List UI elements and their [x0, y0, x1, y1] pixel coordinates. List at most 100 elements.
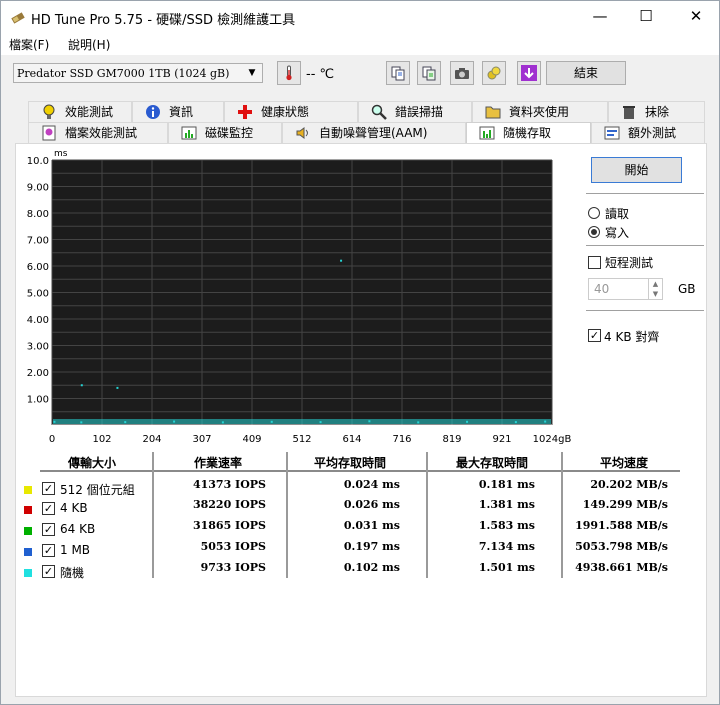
tab-label: 資料夾使用 — [509, 105, 570, 119]
y-unit-label: ms — [54, 149, 68, 159]
y-tick-label: 9.00 — [27, 183, 49, 194]
start-button[interactable]: 開始 — [591, 157, 682, 183]
folder-icon — [485, 106, 501, 119]
table-header-rule — [40, 470, 680, 472]
column-divider — [561, 452, 563, 578]
series-checkbox[interactable]: ✓ — [42, 544, 55, 557]
drive-select[interactable]: Predator SSD GM7000 1TB (1024 gB) ▼ — [13, 63, 263, 83]
x-tick-label: 0 — [49, 434, 55, 445]
avg-speed-value: 1991.588 MB/s — [575, 519, 668, 532]
max-access-value: 7.134 ms — [478, 540, 535, 553]
tab-bottom-4[interactable]: 額外測試 — [591, 122, 705, 143]
tab-label: 檔案效能測試 — [65, 126, 138, 140]
tab-bottom-1[interactable]: 磁碟監控 — [168, 122, 282, 143]
avg-access-value: 0.102 ms — [343, 561, 400, 574]
tab-top-0[interactable]: 效能測試 — [28, 101, 132, 122]
tab-top-1[interactable]: 資訊 — [132, 101, 224, 122]
x-tick-label: 204 — [142, 434, 161, 445]
write-radio[interactable] — [588, 226, 600, 238]
avg-speed-value: 4938.661 MB/s — [575, 561, 668, 574]
max-access-value: 0.181 ms — [478, 478, 535, 491]
exit-button[interactable]: 結束 — [546, 61, 626, 85]
y-tick-label: 6.00 — [27, 262, 49, 273]
y-tick-label: 8.00 — [27, 209, 49, 220]
random-access-icon — [479, 126, 495, 140]
y-tick-label: 1.00 — [27, 395, 49, 406]
series-color-swatch — [24, 569, 32, 577]
short-test-label: 短程測試 — [605, 256, 654, 270]
tab-bottom-2[interactable]: 自動噪聲管理(AAM) — [282, 122, 466, 143]
wrench-coins-icon — [487, 66, 501, 80]
tab-label: 磁碟監控 — [205, 126, 254, 140]
app-window: HD Tune Pro 5.75 - 硬碟/SSD 檢測維護工具 — ☐ ✕ 檔… — [0, 0, 720, 705]
title-bar[interactable]: HD Tune Pro 5.75 - 硬碟/SSD 檢測維護工具 — ☐ ✕ — [1, 1, 719, 32]
save-button[interactable] — [517, 61, 541, 85]
read-radio[interactable] — [588, 207, 600, 219]
y-tick-label: 4.00 — [27, 315, 49, 326]
col-header-max-access: 最大存取時間 — [456, 456, 529, 470]
series-checkbox[interactable]: ✓ — [42, 523, 55, 536]
avg-access-value: 0.024 ms — [343, 478, 400, 491]
maximize-button[interactable]: ☐ — [623, 1, 669, 32]
series-color-swatch — [24, 506, 32, 514]
minimize-button[interactable]: — — [577, 1, 623, 32]
close-button[interactable]: ✕ — [673, 1, 719, 32]
series-label: 隨機 — [60, 566, 85, 580]
menu-help[interactable]: 說明(H) — [68, 36, 110, 53]
latency-scatter-chart: 0 102 204 307 409 512 614 716 819 921 1024gB 10.0 9.… — [27, 149, 572, 445]
avg-access-value: 0.031 ms — [343, 519, 400, 532]
avg-access-value: 0.197 ms — [343, 540, 400, 553]
tab-bottom-3[interactable]: 隨機存取 — [466, 122, 591, 143]
trash-icon — [623, 106, 635, 119]
series-checkbox[interactable]: ✓ — [42, 565, 55, 578]
short-test-size-stepper[interactable]: 40 ▲ ▼ — [588, 278, 663, 300]
x-tick-label: 614 — [342, 434, 361, 445]
copy-all-icon — [422, 66, 436, 81]
chevron-up-icon[interactable]: ▲ — [648, 279, 662, 289]
thermometer-icon — [286, 65, 292, 81]
file-bulb-icon — [42, 125, 56, 141]
series-label: 512 個位元組 — [60, 483, 135, 497]
max-access-value: 1.501 ms — [478, 561, 535, 574]
gb-unit-label: GB — [678, 282, 696, 296]
divider — [586, 245, 704, 246]
col-header-avg-speed: 平均速度 — [600, 456, 649, 470]
tab-top-2[interactable]: 健康狀態 — [224, 101, 358, 122]
series-label: 4 KB — [60, 501, 88, 515]
divider — [586, 193, 704, 194]
tab-bottom-0[interactable]: 檔案效能測試 — [28, 122, 168, 143]
x-tick-label: 307 — [192, 434, 211, 445]
tab-row-bottom: 檔案效能測試 磁碟監控 自動噪聲管理(AAM) 隨機存取 額外測試 — [28, 122, 705, 143]
column-divider — [286, 452, 288, 578]
tab-label: 健康狀態 — [261, 105, 310, 119]
tab-label: 額外測試 — [628, 126, 677, 140]
series-checkbox[interactable]: ✓ — [42, 482, 55, 495]
y-tick-label: 10.0 — [27, 156, 49, 167]
camera-icon — [455, 68, 469, 79]
avg-speed-value: 149.299 MB/s — [582, 498, 668, 511]
y-tick-label: 2.00 — [27, 368, 49, 379]
col-header-avg-access: 平均存取時間 — [314, 456, 387, 470]
extra-test-icon — [604, 126, 620, 140]
tab-top-3[interactable]: 錯誤掃描 — [358, 101, 472, 122]
copy-all-button[interactable] — [417, 61, 441, 85]
chevron-down-icon[interactable]: ▼ — [648, 289, 662, 299]
copy-icon — [391, 66, 405, 81]
copy-info-button[interactable] — [386, 61, 410, 85]
random-access-panel: 0 102 204 307 409 512 614 716 819 921 1024gB 10.0 9.… — [15, 143, 707, 697]
short-test-checkbox[interactable] — [588, 256, 601, 269]
menu-file[interactable]: 檔案(F) — [9, 36, 49, 53]
x-tick-label: 921 — [492, 434, 511, 445]
temperature-button[interactable] — [277, 61, 301, 85]
tab-top-5[interactable]: 抹除 — [608, 101, 705, 122]
options-button[interactable] — [482, 61, 506, 85]
series-checkbox[interactable]: ✓ — [42, 502, 55, 515]
column-divider — [152, 452, 154, 578]
tab-top-4[interactable]: 資料夾使用 — [472, 101, 608, 122]
screenshot-button[interactable] — [450, 61, 474, 85]
align-4kb-checkbox[interactable]: ✓ — [588, 329, 601, 342]
data-point — [340, 259, 343, 262]
x-tick-label: 716 — [392, 434, 411, 445]
toolbar: Predator SSD GM7000 1TB (1024 gB) ▼ -- ℃ — [1, 55, 719, 95]
x-tick-label: 819 — [442, 434, 461, 445]
